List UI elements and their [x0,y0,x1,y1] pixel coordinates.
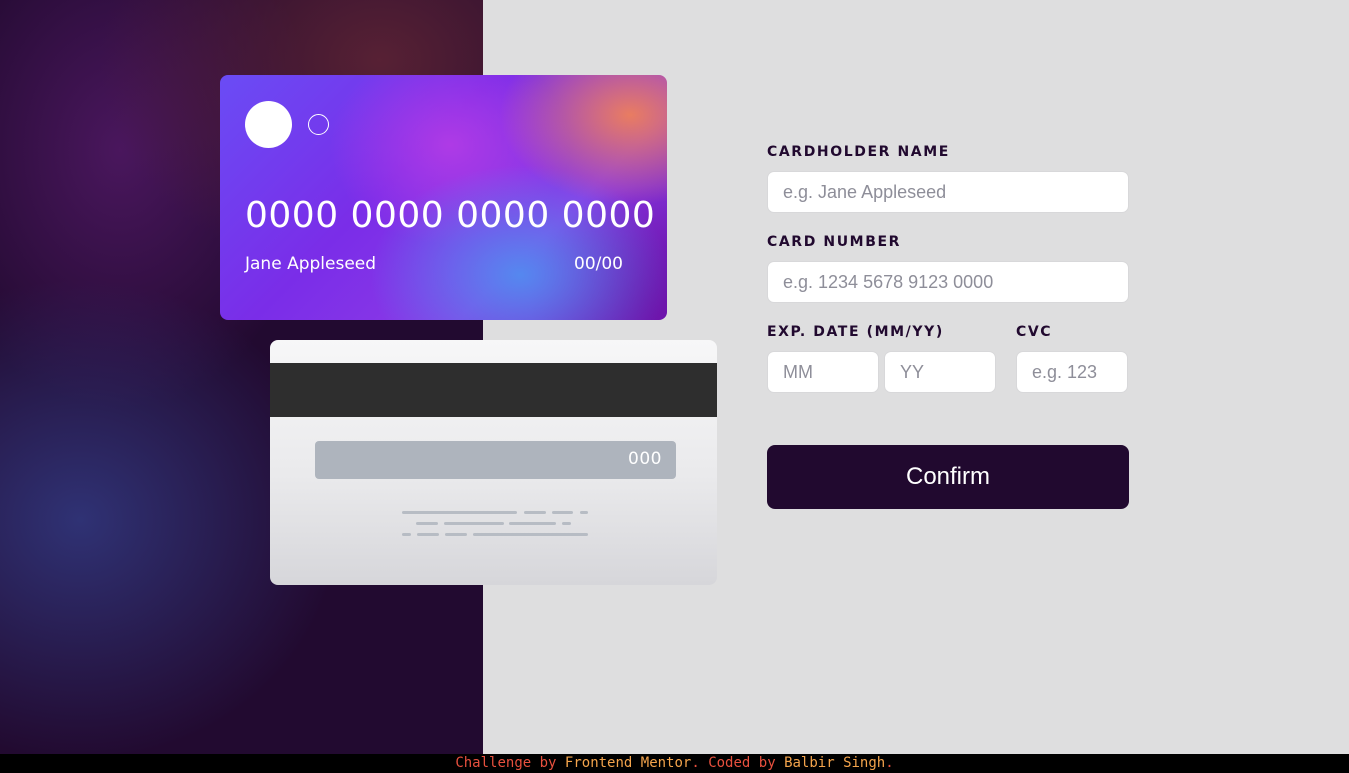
cardholder-name-display: Jane Appleseed [245,254,377,274]
frontend-mentor-link[interactable]: Frontend Mentor [565,755,691,771]
card-number-display: 0000 0000 0000 0000 [245,195,656,236]
expiry-month-input[interactable] [767,351,879,393]
card-number-label: CARD NUMBER [767,234,902,250]
cardholder-name-label: CARDHOLDER NAME [767,144,950,160]
cvc-input[interactable] [1016,351,1128,393]
author-link[interactable]: Balbir Singh [784,755,885,771]
signature-strip: 000 [315,441,676,479]
attribution-footer: Challenge by Frontend Mentor. Coded by B… [0,754,1349,773]
card-logo-circle-large [245,101,292,148]
magnetic-strip [270,363,717,417]
card-fineprint-decoration [402,511,590,541]
attribution-text: . [885,755,894,771]
card-front: 0000 0000 0000 0000 Jane Appleseed 00/00 [220,75,667,320]
card-expiry-display: 00/00 [574,254,623,274]
card-number-input[interactable] [767,261,1129,303]
expiry-year-input[interactable] [884,351,996,393]
attribution-text: . Coded by [691,755,785,771]
cvc-label: CVC [1016,324,1053,340]
card-logo-circle-small [308,114,329,135]
confirm-button[interactable]: Confirm [767,445,1129,509]
expiry-date-label: EXP. DATE (MM/YY) [767,324,944,340]
cardholder-name-input[interactable] [767,171,1129,213]
card-back: 000 [270,340,717,585]
card-cvc-display: 000 [628,449,662,469]
attribution-text: Challenge by [455,755,565,771]
